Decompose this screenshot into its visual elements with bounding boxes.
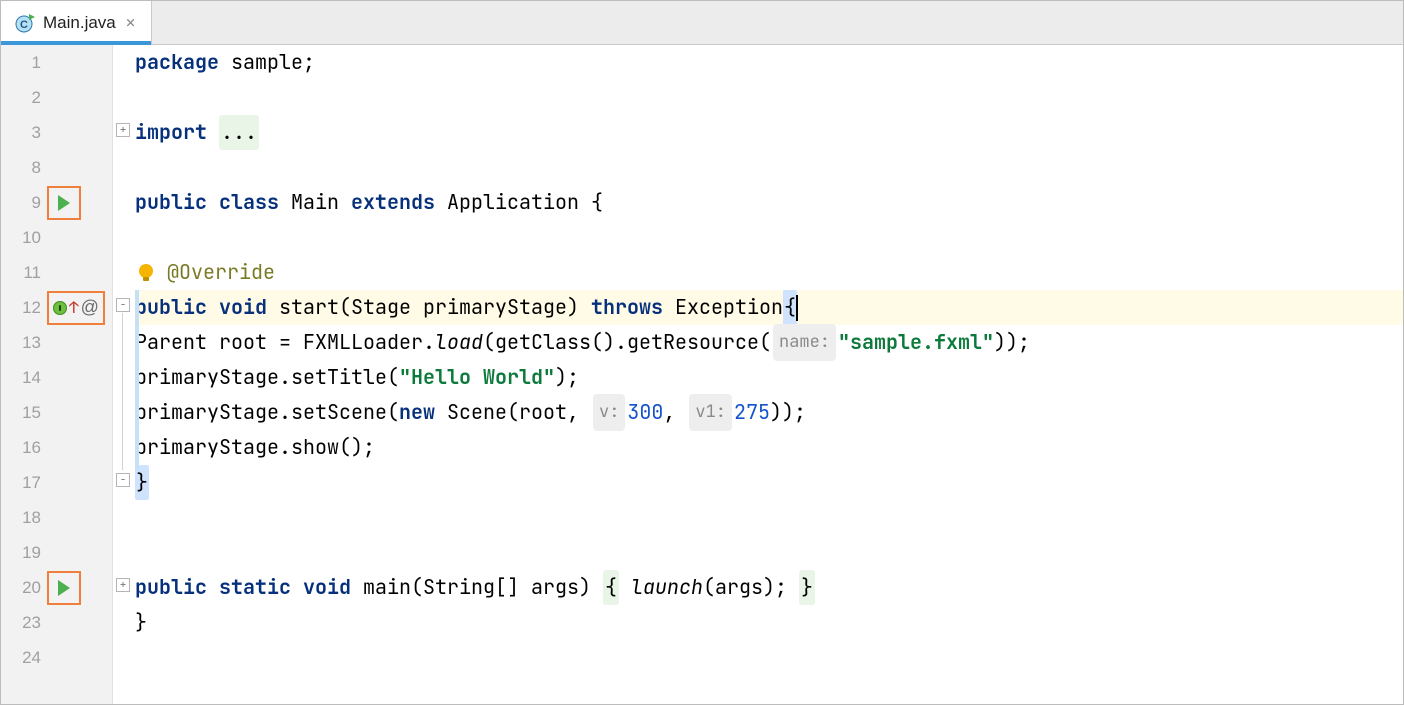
gutter: 1 2 3 8 9 10 11 12 ↑@ 13 14 15 16 17 18 1… (1, 45, 113, 704)
run-main-gutter-icon[interactable] (47, 571, 81, 605)
line-number: 17 (1, 473, 41, 493)
line-number: 12 (1, 298, 41, 318)
fold-column: + − − + (113, 45, 135, 704)
code-line (135, 640, 1403, 675)
folded-body-close[interactable]: } (799, 570, 815, 605)
code-line: @Override (135, 255, 1403, 290)
line-number: 15 (1, 403, 41, 423)
fold-toggle-imports[interactable]: + (116, 123, 130, 137)
line-number: 11 (1, 263, 41, 283)
code-line: package sample; (135, 45, 1403, 80)
fold-toggle-method-start[interactable]: − (116, 298, 130, 312)
intention-bulb-icon[interactable] (135, 262, 157, 284)
svg-text:C: C (20, 19, 28, 31)
code-line: } (135, 465, 1403, 500)
line-number: 2 (1, 88, 41, 108)
param-hint-v: v: (593, 394, 625, 431)
line-number: 20 (1, 578, 41, 598)
line-number: 1 (1, 53, 41, 73)
code-area[interactable]: package sample; import ... public class … (135, 45, 1403, 704)
run-class-gutter-icon[interactable] (47, 186, 81, 220)
editor-frame: C Main.java ✕ 1 2 3 8 9 10 11 12 ↑@ 13 14… (0, 0, 1404, 705)
code-line (135, 220, 1403, 255)
close-tab-icon[interactable]: ✕ (124, 12, 138, 33)
method-stripe (135, 290, 139, 470)
java-class-icon: C (15, 13, 35, 33)
code-line: primaryStage.setScene(new Scene(root, v:… (135, 395, 1403, 430)
code-line-current: public void start(Stage primaryStage) th… (135, 290, 1403, 325)
code-line: import ... (135, 115, 1403, 150)
editor-area: 1 2 3 8 9 10 11 12 ↑@ 13 14 15 16 17 18 1… (1, 45, 1403, 704)
line-number: 18 (1, 508, 41, 528)
code-line: Parent root = FXMLLoader.load(getClass()… (135, 325, 1403, 360)
line-number: 24 (1, 648, 41, 668)
folded-imports[interactable]: ... (219, 115, 259, 150)
code-line (135, 80, 1403, 115)
line-number: 8 (1, 158, 41, 178)
line-number: 3 (1, 123, 41, 143)
param-hint-name: name: (773, 324, 836, 361)
code-line (135, 150, 1403, 185)
code-line: public class Main extends Application { (135, 185, 1403, 220)
tab-main-java[interactable]: C Main.java ✕ (1, 1, 152, 44)
line-number: 19 (1, 543, 41, 563)
code-line: public static void main(String[] args) {… (135, 570, 1403, 605)
fold-toggle-main[interactable]: + (116, 578, 130, 592)
code-line: primaryStage.setTitle("Hello World"); (135, 360, 1403, 395)
override-gutter-icon[interactable]: ↑@ (47, 291, 105, 325)
line-number: 10 (1, 228, 41, 248)
folded-body-open[interactable]: { (603, 570, 619, 605)
tab-bar: C Main.java ✕ (1, 1, 1403, 45)
line-number: 16 (1, 438, 41, 458)
code-line (135, 535, 1403, 570)
param-hint-v1: v1: (689, 394, 732, 431)
code-line: primaryStage.show(); (135, 430, 1403, 465)
code-line (135, 500, 1403, 535)
tab-filename: Main.java (43, 13, 116, 33)
line-number: 23 (1, 613, 41, 633)
code-line: } (135, 605, 1403, 640)
line-number: 14 (1, 368, 41, 388)
text-cursor (796, 295, 798, 321)
line-number: 13 (1, 333, 41, 353)
line-number: 9 (1, 193, 41, 213)
fold-toggle-method-end[interactable]: − (116, 473, 130, 487)
